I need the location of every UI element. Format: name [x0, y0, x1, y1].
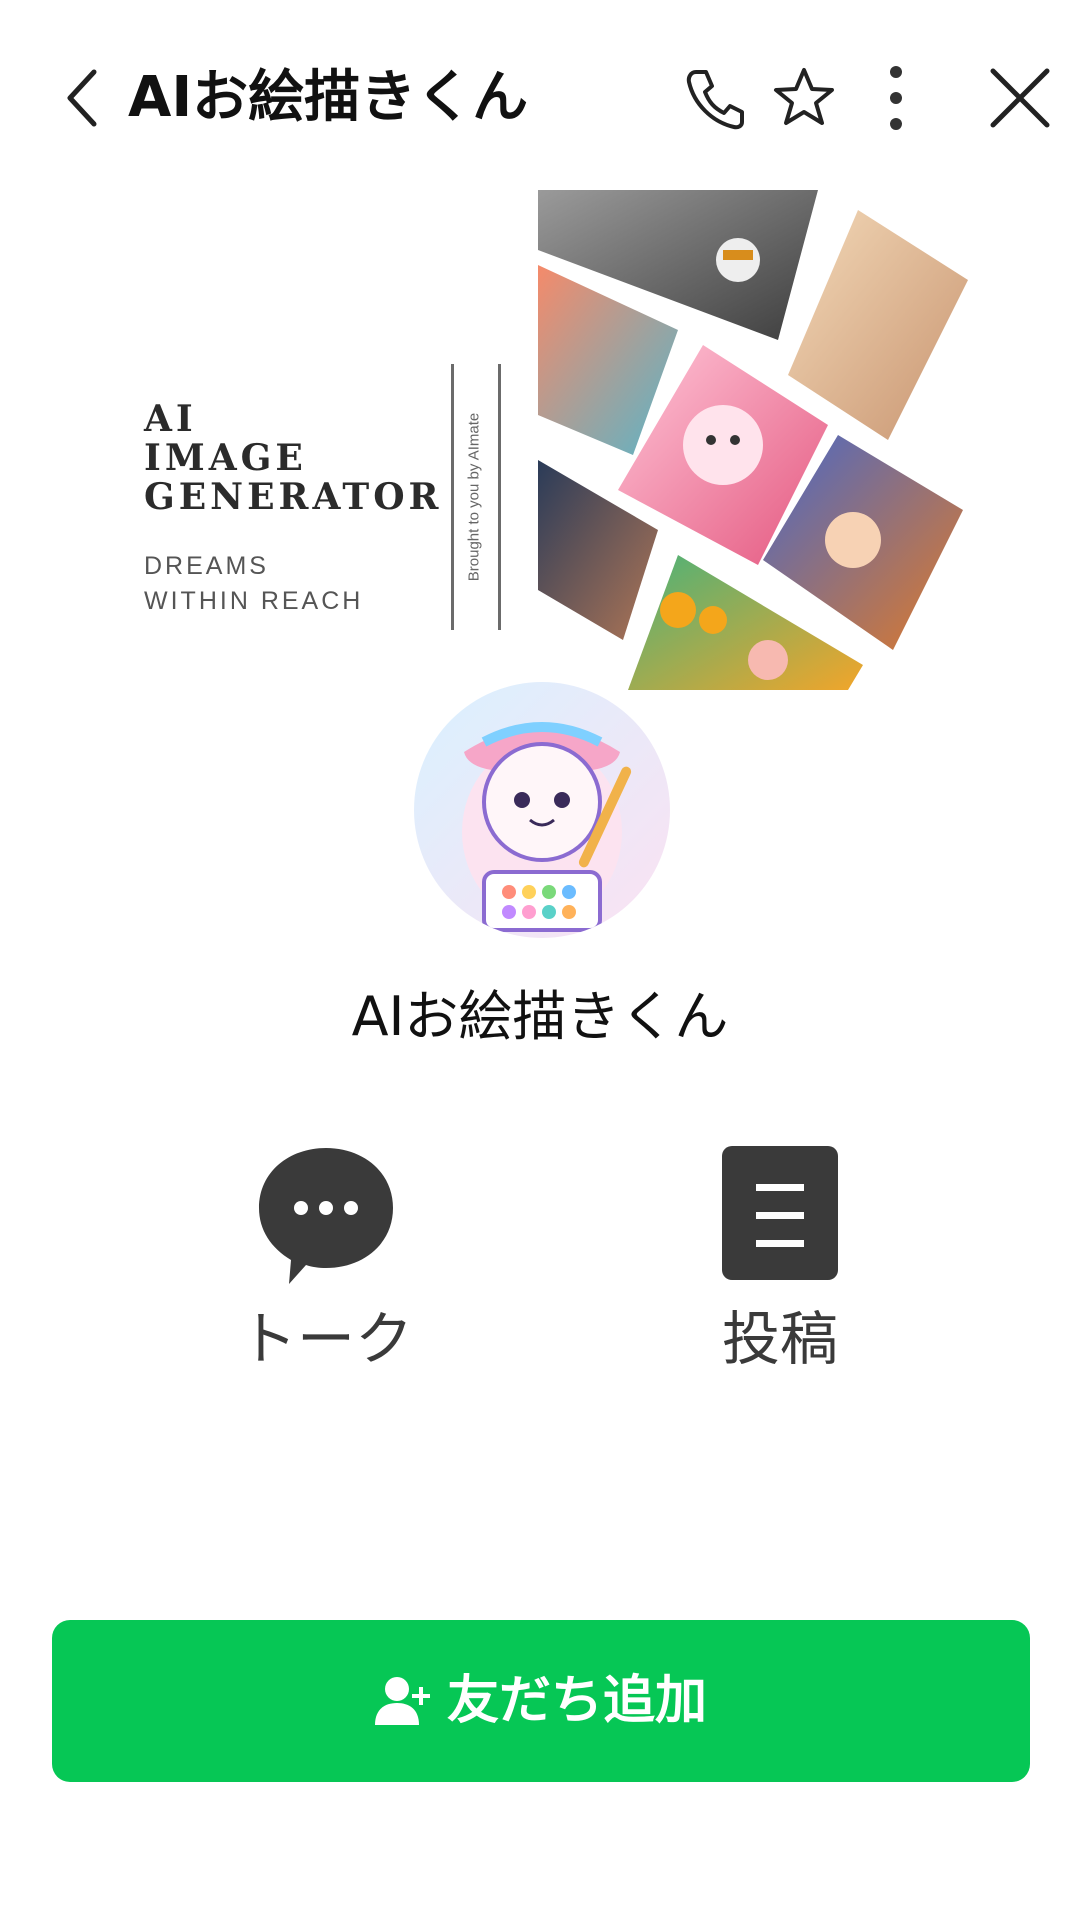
cover-byline: Brought to you by AImate — [465, 412, 483, 582]
cover-tagline-line: WITHIN REACH — [144, 587, 364, 615]
page-title: AIお絵描きくん — [128, 65, 529, 130]
star-icon[interactable] — [764, 58, 844, 138]
talk-button-label: トーク — [238, 1305, 413, 1373]
chat-bubble-icon — [259, 1148, 393, 1284]
add-friend-button[interactable]: 友だち追加 — [52, 1620, 1030, 1782]
divider-line — [451, 364, 454, 630]
collage-tile — [788, 210, 968, 440]
back-arrow-icon[interactable] — [58, 62, 108, 134]
divider-line — [498, 364, 501, 630]
post-document-icon — [722, 1146, 838, 1280]
post-button-label: 投稿 — [721, 1305, 838, 1373]
cover-headline-line: AI — [144, 398, 197, 440]
cover-brand-text: AI IMAGE GENERATOR DREAMS WITHIN REACH — [144, 400, 442, 619]
close-icon[interactable] — [980, 58, 1060, 138]
cover-headline-line: IMAGE — [144, 437, 307, 479]
cover-headline-line: GENERATOR — [144, 476, 443, 518]
add-person-icon — [374, 1677, 430, 1725]
phone-icon[interactable] — [676, 58, 756, 138]
more-vertical-icon[interactable] — [856, 58, 936, 138]
add-friend-label: 友だち追加 — [446, 1671, 707, 1731]
talk-button[interactable]: トーク — [196, 1140, 456, 1374]
profile-name: AIお絵描きくん — [351, 985, 729, 1048]
profile-avatar[interactable] — [414, 682, 670, 938]
cover-tagline-line: DREAMS — [144, 552, 269, 580]
post-button[interactable]: 投稿 — [650, 1140, 910, 1374]
top-bar: AIお絵描きくん — [0, 0, 1080, 190]
